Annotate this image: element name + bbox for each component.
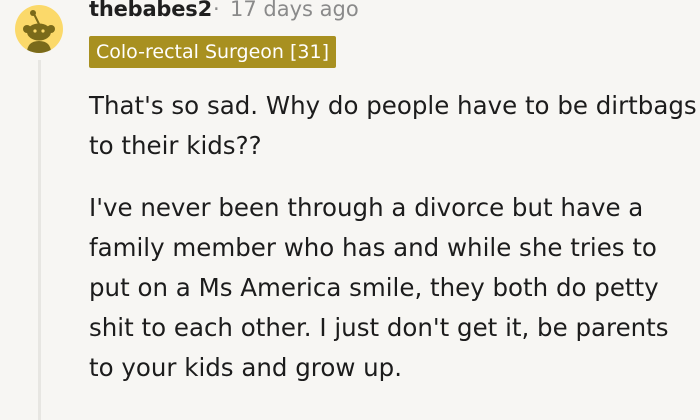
comment-paragraph: I've never been through a divorce but ha… xyxy=(89,193,669,382)
thread-line[interactable] xyxy=(38,60,41,420)
snoo-avatar-icon xyxy=(23,10,55,53)
meta-separator: · xyxy=(213,0,220,21)
comment-body: That's so sad. Why do people have to be … xyxy=(89,86,699,410)
username-link[interactable]: thebabes2 xyxy=(89,0,212,22)
comment-timestamp[interactable]: 17 days ago xyxy=(230,0,359,22)
user-flair: Colo-rectal Surgeon [31] xyxy=(89,36,336,68)
avatar[interactable] xyxy=(15,5,63,53)
comment-paragraph: That's so sad. Why do people have to be … xyxy=(89,91,697,160)
